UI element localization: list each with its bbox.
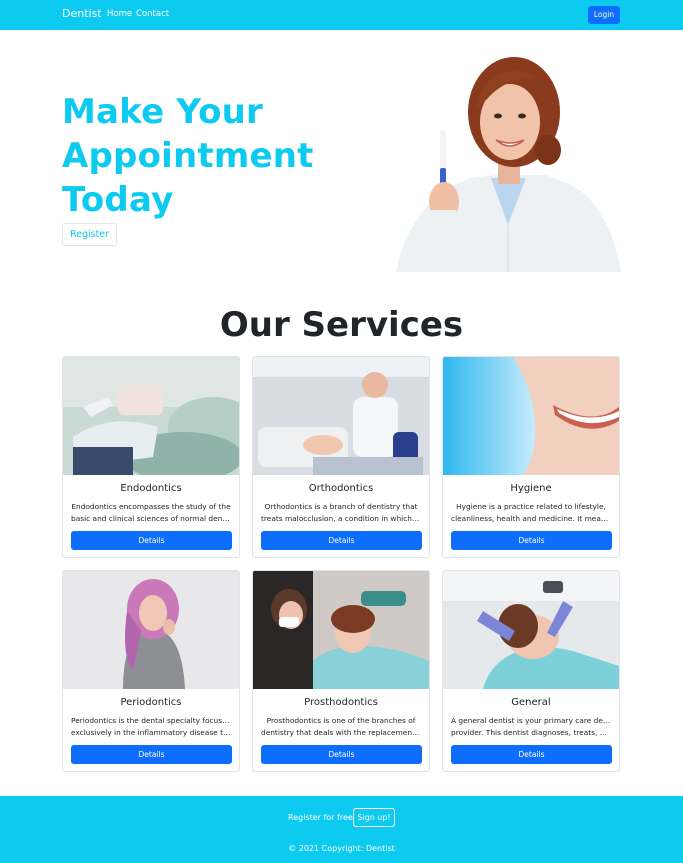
card-title: Orthodontics bbox=[308, 483, 374, 494]
card-title: General bbox=[511, 697, 551, 708]
card-description-line: Endodontics encompasses the study of the bbox=[71, 502, 231, 511]
card-description-line: provider. This dentist diagnoses, treats… bbox=[451, 728, 611, 737]
card-description-line: Periodontics is the dental specialty foc… bbox=[71, 716, 231, 725]
nav-link-contact[interactable]: Contact bbox=[136, 9, 169, 19]
service-card-endodontics: Endodontics Endodontics encompasses the … bbox=[62, 356, 240, 558]
card-description: Prosthodontics is one of the branches of… bbox=[261, 715, 421, 739]
details-button[interactable]: Details bbox=[451, 745, 612, 764]
service-card-periodontics: Periodontics Periodontics is the dental … bbox=[62, 570, 240, 772]
card-title: Endodontics bbox=[120, 483, 182, 494]
card-description-line: cleanliness, health and medicine. It mea… bbox=[451, 514, 611, 523]
hero-title-line-2: Appointment bbox=[62, 136, 314, 176]
details-button[interactable]: Details bbox=[261, 745, 422, 764]
card-description-line: exclusively in the inflammatory disease … bbox=[71, 728, 231, 737]
service-card-orthodontics: Orthodontics Orthodontics is a branch of… bbox=[252, 356, 430, 558]
card-description: Periodontics is the dental specialty foc… bbox=[71, 715, 231, 739]
card-description: Endodontics encompasses the study of the… bbox=[71, 501, 231, 525]
prosthodontics-image bbox=[253, 571, 429, 689]
periodontics-image bbox=[63, 571, 239, 689]
register-for-free-text: Register for free bbox=[288, 813, 353, 822]
card-title: Prosthodontics bbox=[304, 697, 378, 708]
general-image bbox=[443, 571, 619, 689]
footer: Register for free Sign up! © 2021 Copyri… bbox=[0, 796, 683, 863]
signup-button[interactable]: Sign up! bbox=[353, 808, 395, 827]
card-title: Hygiene bbox=[510, 483, 552, 494]
card-description-line: Prosthodontics is one of the branches of bbox=[266, 716, 416, 725]
copyright-text: © 2021 Copyright: Dentist bbox=[288, 844, 395, 853]
card-description-line: treats malocclusion, a condition in whic… bbox=[261, 514, 421, 523]
card-description-line: dentistry that deals with the replacemen… bbox=[261, 728, 421, 737]
register-button[interactable]: Register bbox=[62, 223, 117, 246]
brand-logo[interactable]: Dentist bbox=[62, 7, 102, 20]
card-description: Orthodontics is a branch of dentistry th… bbox=[261, 501, 421, 525]
hero-title-line-1: Make Your bbox=[62, 92, 264, 132]
card-description-line: Orthodontics is a branch of dentistry th… bbox=[264, 502, 418, 511]
navbar: Dentist Home Contact Login bbox=[0, 0, 683, 30]
orthodontics-image bbox=[253, 357, 429, 475]
hero-dentist-photo bbox=[396, 50, 621, 272]
card-description-line: A general dentist is your primary care d… bbox=[451, 716, 611, 725]
card-description: A general dentist is your primary care d… bbox=[451, 715, 611, 739]
service-card-hygiene: Hygiene Hygiene is a practice related to… bbox=[442, 356, 620, 558]
service-card-prosthodontics: Prosthodontics Prosthodontics is one of … bbox=[252, 570, 430, 772]
login-button[interactable]: Login bbox=[588, 6, 620, 24]
details-button[interactable]: Details bbox=[451, 531, 612, 550]
hero-title-line-3: Today bbox=[62, 180, 174, 220]
nav-link-home[interactable]: Home bbox=[107, 9, 132, 19]
details-button[interactable]: Details bbox=[261, 531, 422, 550]
card-description-line: basic and clinical sciences of normal de… bbox=[71, 514, 231, 523]
service-card-general: General A general dentist is your primar… bbox=[442, 570, 620, 772]
card-description-line: Hygiene is a practice related to lifesty… bbox=[456, 502, 606, 511]
details-button[interactable]: Details bbox=[71, 531, 232, 550]
hygiene-image bbox=[443, 357, 619, 475]
card-description: Hygiene is a practice related to lifesty… bbox=[451, 501, 611, 525]
hero-title: Make Your Appointment Today bbox=[62, 90, 342, 222]
services-title: Our Services bbox=[219, 305, 464, 345]
details-button[interactable]: Details bbox=[71, 745, 232, 764]
endodontics-image bbox=[63, 357, 239, 475]
card-title: Periodontics bbox=[120, 697, 182, 708]
